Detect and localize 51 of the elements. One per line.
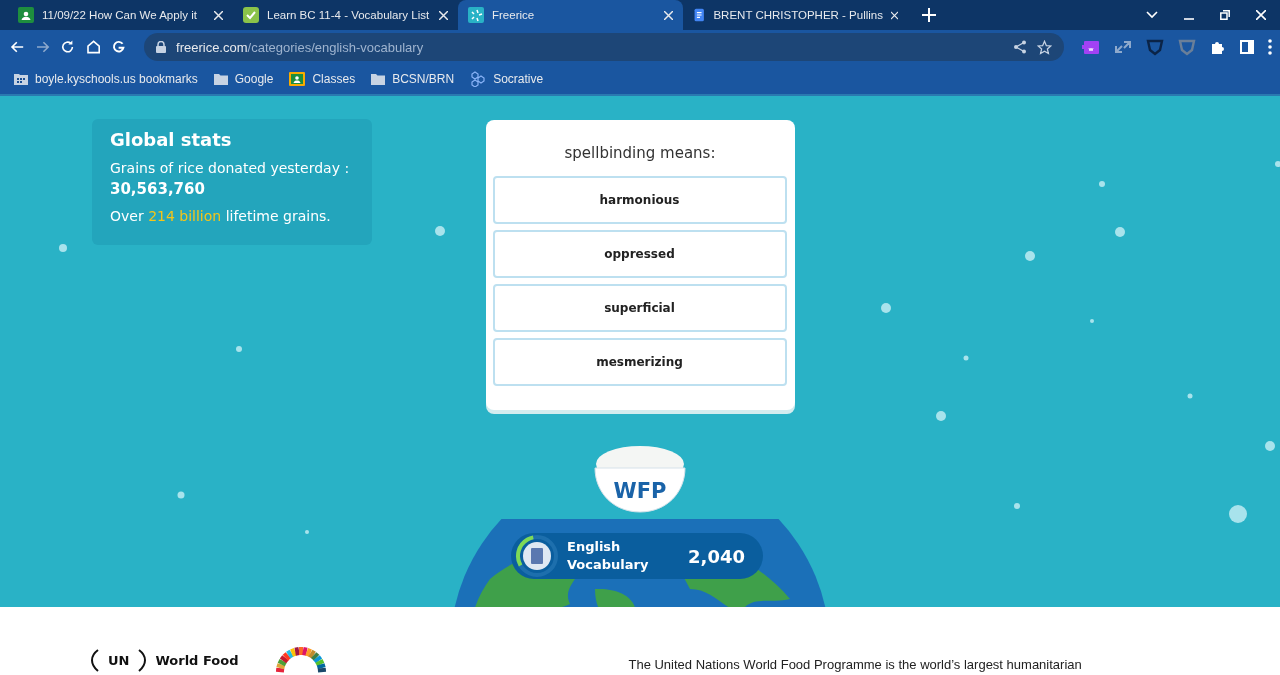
browser-tab[interactable]: Learn BC 11-4 - Vocabulary List	[233, 0, 458, 30]
question-text: spellbinding means:	[563, 144, 717, 162]
progress-ring	[515, 534, 559, 578]
folder-icon	[213, 73, 228, 85]
arrows-icon[interactable]	[1114, 40, 1132, 54]
rice-grains-icon	[468, 7, 484, 23]
bookmark[interactable]: BCSN/BRN	[371, 72, 455, 86]
document-icon	[693, 7, 706, 23]
hexagons-icon	[470, 71, 487, 87]
folder-grid-icon	[14, 73, 28, 85]
classroom-icon	[289, 72, 306, 86]
grain-count: 30,563,760	[110, 179, 206, 200]
menu-icon[interactable]	[1268, 39, 1272, 55]
browser-tab[interactable]: Freerice	[458, 0, 683, 30]
category-name: English Vocabulary	[567, 538, 650, 574]
logo-un: UN	[108, 652, 130, 668]
color-wheel-icon	[274, 645, 329, 675]
stats-label: Grains of rice donated yesterday :	[110, 159, 351, 178]
browser-tab[interactable]: BRENT CHRISTOPHER - Pullins	[683, 0, 908, 30]
classroom-icon	[18, 7, 34, 23]
bookmark[interactable]: Socrative	[470, 71, 544, 87]
browser-tab[interactable]: 11/09/22 How Can We Apply it	[8, 0, 233, 30]
bookmark[interactable]: Google	[213, 72, 274, 86]
close-icon[interactable]	[664, 10, 673, 20]
bookmark[interactable]: Classes	[289, 72, 356, 86]
answer-option[interactable]: harmonious	[492, 176, 787, 224]
checkmark-icon	[243, 7, 259, 23]
address-bar[interactable]: freerice.com/categories/english-vocabulary	[144, 33, 1064, 61]
restore-icon[interactable]	[1220, 10, 1230, 20]
lock-icon	[156, 41, 166, 53]
star-icon[interactable]	[1037, 39, 1052, 55]
folder-icon	[371, 73, 386, 85]
close-icon[interactable]	[214, 10, 223, 20]
stats-title: Global stats	[110, 129, 233, 150]
answer-option[interactable]: oppressed	[492, 230, 787, 278]
new-tab-icon[interactable]	[922, 8, 936, 22]
logo-name: World Food	[155, 652, 239, 668]
answer-option[interactable]: mesmerizing	[492, 338, 787, 386]
bookmark[interactable]: boyle.kyschools.us bookmarks	[14, 72, 198, 86]
puzzle-piece-icon[interactable]	[1082, 39, 1100, 55]
chevron-down-icon[interactable]	[1146, 11, 1158, 19]
side-panel-icon[interactable]	[1240, 40, 1254, 54]
score: 2,040	[688, 545, 745, 567]
close-icon[interactable]	[891, 10, 898, 20]
answer-option[interactable]: superficial	[492, 284, 787, 332]
extensions-icon[interactable]	[1210, 39, 1226, 55]
lifetime-grains-text: Over 214 billion lifetime grains.	[110, 207, 332, 226]
bowl-label: WFP	[613, 479, 667, 503]
share-icon[interactable]	[1013, 40, 1027, 54]
footer-text: The United Nations World Food Programme is the world’s largest humanitarian	[628, 656, 1082, 672]
close-icon[interactable]	[439, 10, 448, 20]
